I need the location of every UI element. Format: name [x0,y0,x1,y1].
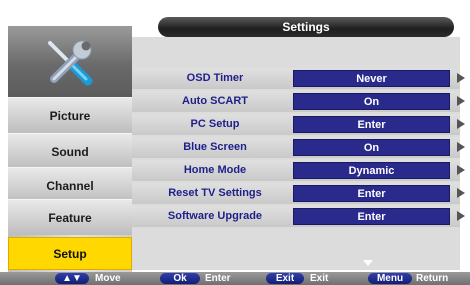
move-key-label: Move [95,273,121,284]
exit-key-pill: Exit [266,273,304,284]
sidebar-item-feature[interactable]: Feature [8,199,132,235]
page-title: Settings [158,17,454,37]
setting-label-reset-tv-settings: Reset TV Settings [168,187,262,199]
setting-label-osd-timer: OSD Timer [186,72,244,84]
arrow-right-icon[interactable] [457,188,465,198]
sidebar-item-channel[interactable]: Channel [8,167,132,203]
setting-label-software-upgrade: Software Upgrade [167,210,263,222]
sidebar-item-picture[interactable]: Picture [8,97,132,133]
arrow-right-icon[interactable] [457,165,465,175]
arrow-right-icon[interactable] [457,211,465,221]
menu-key-pill: Menu [368,273,412,284]
arrow-right-icon[interactable] [457,119,465,129]
move-key-pill: ▲▼ [55,273,89,284]
ok-key-label: Enter [205,273,231,284]
sidebar-item-label: Channel [46,179,94,193]
sidebar-item-setup[interactable]: Setup [8,237,132,270]
setting-label-auto-scart: Auto SCART [182,95,248,107]
setting-label-home-mode: Home Mode [183,164,247,176]
setting-value-auto-scart[interactable]: On [293,93,450,110]
arrow-right-icon[interactable] [457,142,465,152]
setting-label-pc-setup: PC Setup [190,118,240,130]
sidebar-item-label: Feature [48,211,92,225]
sidebar-item-label: Setup [53,247,87,261]
sidebar-item-label: Sound [51,145,89,159]
sidebar-item-label: Picture [49,109,91,123]
setting-value-home-mode[interactable]: Dynamic [293,162,450,179]
setting-value-reset-tv-settings[interactable]: Enter [293,185,450,202]
arrow-right-icon[interactable] [457,96,465,106]
setting-value-pc-setup[interactable]: Enter [293,116,450,133]
setting-label-blue-screen: Blue Screen [183,141,247,153]
menu-key-label: Return [416,273,449,284]
tools-icon [48,40,93,86]
setting-value-osd-timer[interactable]: Never [293,70,450,87]
setting-value-blue-screen[interactable]: On [293,139,450,156]
ok-key-pill: Ok [160,273,200,284]
sidebar-item-sound[interactable]: Sound [8,133,132,169]
arrow-right-icon[interactable] [457,73,465,83]
exit-key-label: Exit [310,273,329,284]
setting-value-software-upgrade[interactable]: Enter [293,208,450,225]
scroll-down-icon [363,260,373,266]
